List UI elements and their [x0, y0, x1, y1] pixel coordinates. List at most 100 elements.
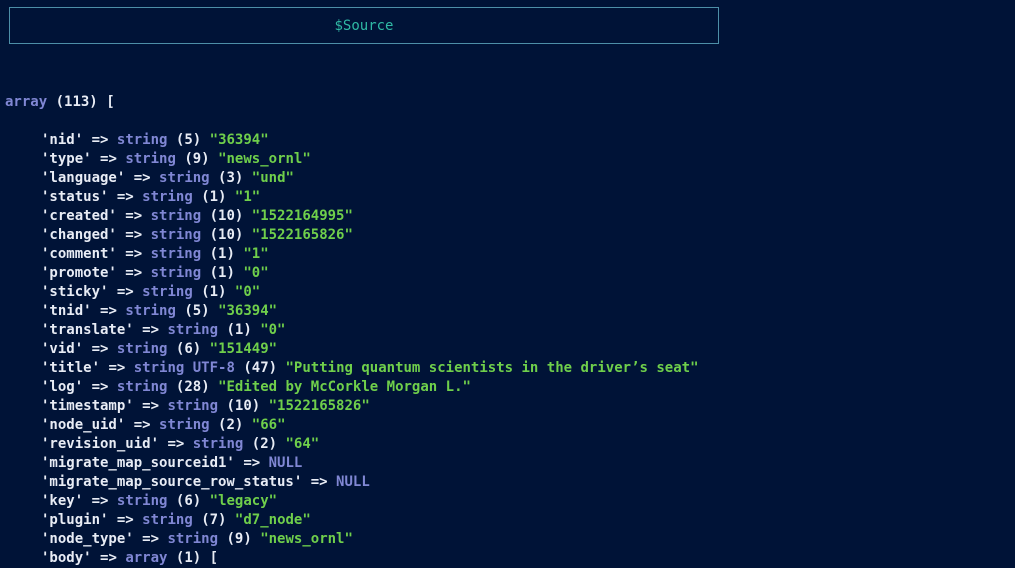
entry-type: string — [142, 189, 193, 205]
entry-length: (28) — [175, 379, 210, 395]
entry-key: 'plugin' — [41, 512, 109, 528]
dump-entry[interactable]: 'translate' => string (1) "0" — [5, 321, 699, 340]
dump-entry[interactable]: 'migrate_map_source_row_status' => NULL — [5, 473, 699, 492]
entry-value: "66" — [251, 417, 286, 433]
entry-value: "news_ornl" — [260, 531, 353, 547]
entry-arrow: => — [91, 493, 109, 509]
entry-type: string — [150, 208, 202, 224]
dump-entry[interactable]: 'revision_uid' => string (2) "64" — [5, 435, 699, 454]
entry-type: string — [150, 246, 202, 262]
entry-key: 'key' — [41, 493, 84, 509]
entry-type: string — [116, 341, 168, 357]
dump-root-line[interactable]: array (113) [ — [5, 93, 699, 112]
entry-type: string — [125, 303, 176, 319]
entry-key: 'sticky' — [41, 284, 109, 300]
entry-length: (5) — [175, 132, 202, 148]
entry-arrow: => — [125, 265, 143, 281]
source-title: $Source — [334, 17, 394, 34]
dump-entry[interactable]: 'type' => string (9) "news_ornl" — [5, 150, 699, 169]
entry-length: (1) — [201, 189, 227, 205]
entry-length: (6) — [175, 341, 202, 357]
entry-type: string — [116, 379, 168, 395]
dump-entry[interactable]: 'migrate_map_sourceid1' => NULL — [5, 454, 699, 473]
root-type: array — [5, 94, 48, 110]
entry-value: "0" — [234, 284, 261, 300]
entry-type: string — [150, 227, 202, 243]
entry-arrow: => — [100, 303, 117, 319]
entry-key: 'node_uid' — [41, 417, 126, 433]
dump-entry[interactable]: 'changed' => string (10) "1522165826" — [5, 226, 699, 245]
entry-arrow: => — [91, 379, 109, 395]
entry-arrow: => — [133, 170, 151, 186]
entry-value: "0" — [260, 322, 286, 338]
entry-key: 'title' — [41, 360, 101, 376]
root-open-bracket: [ — [106, 94, 115, 110]
entry-value: "1" — [234, 189, 261, 205]
dump-entry[interactable]: 'plugin' => string (7) "d7_node" — [5, 511, 699, 530]
entry-value: "1522165826" — [251, 227, 353, 243]
entry-type: string — [125, 151, 176, 167]
entry-arrow: => — [108, 360, 126, 376]
entry-arrow: => — [142, 322, 160, 338]
dump-entry[interactable]: 'node_type' => string (9) "news_ornl" — [5, 530, 699, 549]
variable-dump: array (113) [ 'nid' => string (5) "36394… — [5, 55, 699, 568]
entry-arrow: => — [142, 531, 160, 547]
entry-arrow: => — [116, 512, 134, 528]
entry-arrow: => — [133, 417, 151, 433]
dump-entry[interactable]: 'timestamp' => string (10) "1522165826" — [5, 397, 699, 416]
entry-key: 'timestamp' — [41, 398, 134, 414]
dump-entry[interactable]: 'body' => array (1) [ — [5, 549, 699, 568]
entry-key: 'promote' — [41, 265, 117, 281]
entry-value: "36394" — [209, 132, 269, 148]
entry-value: "legacy" — [209, 493, 278, 509]
dump-entry[interactable]: 'vid' => string (6) "151449" — [5, 340, 699, 359]
entry-type: string — [116, 132, 168, 148]
dump-entry[interactable]: 'node_uid' => string (2) "66" — [5, 416, 699, 435]
dump-entry[interactable]: 'sticky' => string (1) "0" — [5, 283, 699, 302]
entry-arrow: => — [125, 208, 143, 224]
entry-length: (2) — [218, 417, 244, 433]
entry-value: "1522164995" — [251, 208, 353, 224]
entry-length: (7) — [201, 512, 227, 528]
source-header: $Source — [9, 7, 719, 44]
entry-key: 'comment' — [41, 246, 117, 262]
entry-value: "und" — [251, 170, 294, 186]
entry-length: (1) — [209, 246, 235, 262]
entry-value: "36394" — [218, 303, 278, 319]
entry-key: 'log' — [41, 379, 84, 395]
entry-key: 'vid' — [41, 341, 84, 357]
entry-key: 'node_type' — [41, 531, 134, 547]
entry-type: string — [167, 531, 219, 547]
entry-length: (1) — [201, 284, 227, 300]
entry-arrow: => — [310, 474, 328, 490]
dump-entry[interactable]: 'log' => string (28) "Edited by McCorkle… — [5, 378, 699, 397]
entry-type: NULL — [268, 455, 303, 471]
entry-length: (5) — [184, 303, 210, 319]
dump-entry[interactable]: 'created' => string (10) "1522164995" — [5, 207, 699, 226]
entry-arrow: => — [116, 189, 134, 205]
entry-length: (10) — [226, 398, 261, 414]
entry-value: [ — [209, 550, 219, 566]
entry-arrow: => — [142, 398, 160, 414]
entry-key: 'type' — [41, 151, 92, 167]
entry-arrow: => — [125, 227, 143, 243]
entry-type: string — [142, 284, 193, 300]
entry-arrow: => — [91, 132, 109, 148]
dump-entry[interactable]: 'key' => string (6) "legacy" — [5, 492, 699, 511]
dump-entry[interactable]: 'language' => string (3) "und" — [5, 169, 699, 188]
entry-arrow: => — [125, 246, 143, 262]
entry-length: (6) — [175, 493, 202, 509]
dump-entry[interactable]: 'status' => string (1) "1" — [5, 188, 699, 207]
dump-entry[interactable]: 'comment' => string (1) "1" — [5, 245, 699, 264]
dump-entry[interactable]: 'promote' => string (1) "0" — [5, 264, 699, 283]
entry-value: "64" — [285, 436, 320, 452]
dump-entry[interactable]: 'title' => string UTF-8 (47) "Putting qu… — [5, 359, 699, 378]
entry-length: (3) — [218, 170, 244, 186]
dump-entry[interactable]: 'tnid' => string (5) "36394" — [5, 302, 699, 321]
entry-length: (9) — [184, 151, 210, 167]
entry-type: string — [192, 436, 244, 452]
dump-entry[interactable]: 'nid' => string (5) "36394" — [5, 131, 699, 150]
entry-length: (10) — [209, 227, 244, 243]
entry-arrow: => — [100, 151, 117, 167]
entry-value: "news_ornl" — [218, 151, 311, 167]
